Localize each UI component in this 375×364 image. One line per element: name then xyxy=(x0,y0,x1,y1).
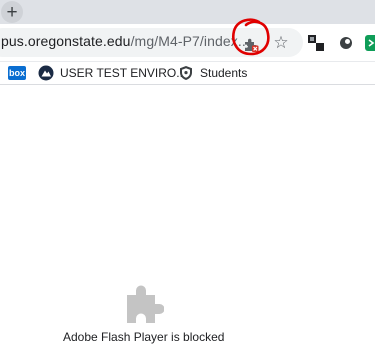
flash-blocked-placeholder[interactable]: Adobe Flash Player is blocked xyxy=(0,282,300,352)
plugin-blocked-icon xyxy=(245,38,259,52)
url-host: pus.oregonstate.edu xyxy=(1,33,131,49)
bookmark-label: USER TEST ENVIRO... xyxy=(60,66,187,80)
extension-checker-icon[interactable] xyxy=(308,35,324,51)
puzzle-piece-icon xyxy=(127,285,164,323)
tab-strip: + xyxy=(0,0,375,24)
extension-green-icon[interactable] xyxy=(365,35,375,51)
bookmark-star-button[interactable]: ☆ xyxy=(270,32,292,54)
bookmark-star-icon: ☆ xyxy=(273,33,289,52)
bookmark-box[interactable]: box xyxy=(8,65,26,81)
bookmark-students[interactable]: Students xyxy=(178,65,247,81)
address-bar-url[interactable]: pus.oregonstate.edu/mg/M4-P7/index.... xyxy=(1,33,254,49)
test-env-icon xyxy=(38,65,54,81)
extension-circle-icon[interactable] xyxy=(338,35,354,51)
plugin-blocked-button[interactable] xyxy=(240,33,262,55)
shield-icon xyxy=(180,66,192,80)
flash-blocked-message: Adobe Flash Player is blocked xyxy=(63,330,225,344)
bookmarks-bar: box USER TEST ENVIRO... Students xyxy=(0,62,375,85)
bookmark-user-test-environment[interactable]: USER TEST ENVIRO... xyxy=(38,65,186,81)
bookmark-label: Students xyxy=(200,66,248,80)
box-icon: box xyxy=(8,66,26,80)
url-path: /mg/M4-P7/index.... xyxy=(130,33,254,49)
new-tab-button[interactable]: + xyxy=(1,1,23,23)
